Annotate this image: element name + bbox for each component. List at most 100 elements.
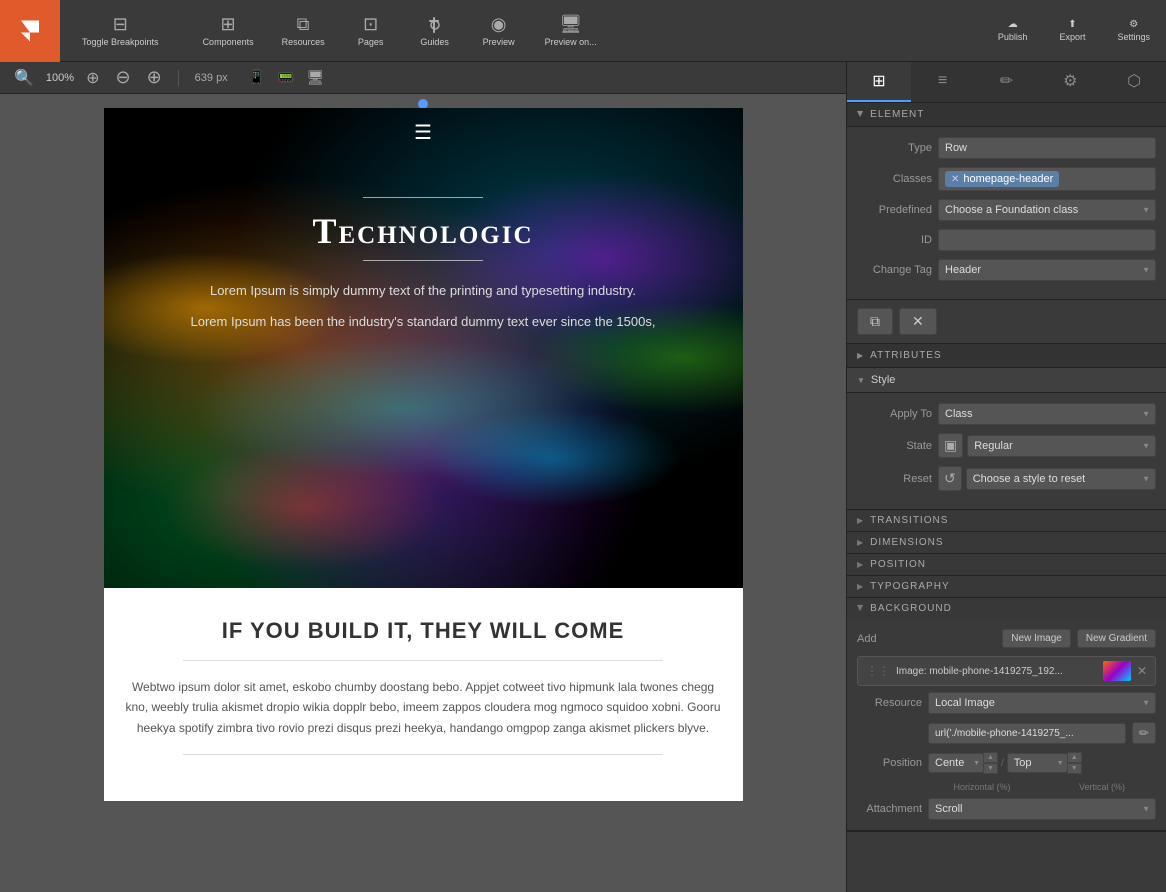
panel-tabs: ⊞ ≡ ✏ ⚙ ⬡ [847, 62, 1166, 103]
attributes-section-header[interactable]: ▶ ATTRIBUTES [847, 344, 1166, 368]
dimensions-header[interactable]: ▶ DIMENSIONS [847, 532, 1166, 553]
element-tab-icon: ⊞ [872, 71, 885, 91]
horizontal-select[interactable]: Cente Left Right [928, 753, 984, 773]
id-input[interactable] [938, 229, 1156, 251]
element-section-arrow: ▶ [856, 111, 865, 118]
desktop-device-btn[interactable]: 🖥 [303, 67, 329, 88]
delete-btn[interactable]: ✕ [899, 308, 937, 335]
attachment-select-wrapper: Scroll Fixed Local [928, 798, 1156, 820]
position-header[interactable]: ▶ POSITION [847, 554, 1166, 575]
phone-device-btn[interactable]: 📱 [244, 67, 269, 88]
hero-content: Technologic Lorem Ipsum is simply dummy … [104, 157, 743, 393]
pages-btn[interactable]: ⊡ Pages [341, 8, 401, 53]
apply-to-label: Apply To [857, 408, 932, 420]
state-field-row: State ▣ Regular Hover Active Focus [857, 433, 1156, 458]
typography-label: TYPOGRAPHY [870, 581, 949, 592]
bg-buttons: New Image New Gradient [1002, 629, 1156, 648]
state-label: State [857, 440, 932, 452]
change-tag-label: Change Tag [857, 264, 932, 276]
background-section: ▶ BACKGROUND Add New Image New Gradient … [847, 598, 1166, 832]
h-decrement-btn[interactable]: ▼ [983, 763, 998, 774]
framer-icon [15, 16, 45, 46]
element-section-label: Element [870, 109, 924, 120]
zoom-out-icon-btn[interactable]: 🔍 [10, 66, 38, 90]
background-header[interactable]: ▶ BACKGROUND [847, 598, 1166, 619]
pages-icon: ⊡ [363, 14, 378, 35]
toggle-breakpoints-btn[interactable]: ⊟ Toggle Breakpoints [70, 8, 171, 53]
element-section-header[interactable]: ▶ Element [847, 103, 1166, 127]
url-input[interactable] [928, 723, 1126, 744]
transitions-label: TRANSITIONS [870, 515, 948, 526]
image-remove-btn[interactable]: ✕ [1137, 664, 1147, 678]
components-btn[interactable]: ⊞ Components [191, 8, 266, 53]
dimensions-section: ▶ DIMENSIONS [847, 532, 1166, 554]
attachment-select[interactable]: Scroll Fixed Local [928, 798, 1156, 820]
tab-extra[interactable]: ⬡ [1102, 62, 1166, 102]
canvas-area: 🔍 100% ⊕ ⊖ ⊕ 639 px 📱 📟 🖥 [0, 62, 846, 892]
tab-list[interactable]: ≡ [911, 62, 975, 102]
preview-btn[interactable]: ◉ Preview [469, 8, 529, 53]
zoom-minus-btn[interactable]: ⊖ [111, 65, 134, 90]
export-btn[interactable]: ⬆ Export [1043, 13, 1101, 48]
guides-btn[interactable]: Guides [405, 9, 465, 53]
attributes-section-arrow: ▶ [857, 351, 864, 360]
vertical-select-wrapper: Top Center Bottom ▼ [1007, 753, 1068, 773]
settings-btn[interactable]: ⚙ Settings [1101, 13, 1166, 48]
apply-to-select[interactable]: Class Element [938, 403, 1156, 425]
typography-header[interactable]: ▶ TYPOGRAPHY [847, 576, 1166, 597]
zoom-in-btn[interactable]: ⊕ [82, 66, 103, 90]
canvas-toolbar: 🔍 100% ⊕ ⊖ ⊕ 639 px 📱 📟 🖥 [0, 62, 846, 94]
attachment-label: Attachment [857, 803, 922, 815]
transitions-header[interactable]: ▶ TRANSITIONS [847, 510, 1166, 531]
settings-icon: ⚙ [1129, 19, 1138, 30]
horizontal-pct-label: Horizontal (%) [928, 782, 1036, 792]
content-divider-2 [183, 754, 662, 755]
style-section-header[interactable]: ▼ Style [847, 368, 1166, 393]
drag-handle-icon[interactable]: ⋮⋮ [866, 664, 890, 678]
style-body: Apply To Class Element State ▣ Regular H… [847, 393, 1166, 510]
new-gradient-btn[interactable]: New Gradient [1077, 629, 1156, 648]
vertical-stepper: ▲ ▼ [1067, 752, 1082, 774]
url-row: ✏ [857, 722, 1156, 744]
reset-select[interactable]: Choose a style to reset [966, 468, 1156, 490]
vertical-select[interactable]: Top Center Bottom [1007, 753, 1068, 773]
url-edit-btn[interactable]: ✏ [1132, 722, 1156, 744]
hamburger-menu-icon[interactable]: ☰ [104, 108, 743, 157]
new-image-btn[interactable]: New Image [1002, 629, 1071, 648]
logo-btn[interactable] [0, 0, 60, 62]
copy-btn[interactable]: ⧉ [857, 308, 893, 335]
toolbar-divider [178, 70, 179, 86]
predefined-select[interactable]: Choose a Foundation class [938, 199, 1156, 221]
class-tag: ✕ homepage-header [945, 171, 1059, 187]
publish-btn[interactable]: ☁ Publish [982, 13, 1044, 48]
position-section: ▶ POSITION [847, 554, 1166, 576]
reset-icon[interactable]: ↺ [938, 466, 962, 491]
v-decrement-btn[interactable]: ▼ [1067, 763, 1082, 774]
bg-position-row: Position Cente Left Right ▼ ▲ [857, 752, 1156, 774]
tab-paint[interactable]: ✏ [975, 62, 1039, 102]
tab-element[interactable]: ⊞ [847, 62, 911, 102]
reset-select-wrapper: Choose a style to reset [966, 468, 1156, 490]
zoom-plus-btn[interactable]: ⊕ [143, 65, 166, 90]
settings-tab-icon: ⚙ [1063, 71, 1077, 91]
position-controls: Cente Left Right ▼ ▲ ▼ / [928, 752, 1082, 774]
tab-settings[interactable]: ⚙ [1038, 62, 1102, 102]
device-buttons: 📱 📟 🖥 [244, 67, 329, 88]
classes-input-wrapper[interactable]: ✕ homepage-header [938, 167, 1156, 191]
image-item: ⋮⋮ Image: mobile-phone-1419275_192... ✕ [857, 656, 1156, 686]
style-section-arrow: ▼ [857, 376, 865, 385]
typography-section: ▶ TYPOGRAPHY [847, 576, 1166, 598]
change-tag-field-row: Change Tag Header Div Section Main [857, 259, 1156, 281]
preview-on-btn[interactable]: 🖥 Preview on... [533, 8, 609, 53]
v-increment-btn[interactable]: ▲ [1067, 752, 1082, 763]
tablet-device-btn[interactable]: 📟 [273, 67, 298, 88]
resource-select[interactable]: Local Image External URL [928, 692, 1156, 714]
type-input[interactable] [938, 137, 1156, 159]
components-icon: ⊞ [221, 14, 236, 35]
change-tag-select[interactable]: Header Div Section Main [938, 259, 1156, 281]
resources-btn[interactable]: ⧉ Resources [270, 8, 337, 53]
canvas-scroll[interactable]: ☰ Technologic Lorem Ipsum is simply dumm… [0, 94, 846, 892]
class-tag-x[interactable]: ✕ [951, 174, 959, 185]
h-increment-btn[interactable]: ▲ [983, 752, 998, 763]
state-select[interactable]: Regular Hover Active Focus [967, 435, 1156, 457]
